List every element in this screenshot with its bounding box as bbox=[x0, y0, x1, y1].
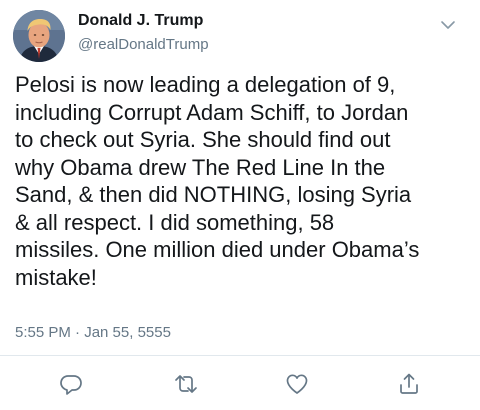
author-name[interactable]: Donald J. Trump bbox=[78, 12, 203, 30]
reply-icon[interactable] bbox=[59, 372, 83, 396]
like-icon[interactable] bbox=[285, 372, 309, 396]
tweet-card: Donald J. Trump @realDonaldTrump Pelosi … bbox=[0, 0, 480, 410]
chevron-down-icon[interactable] bbox=[437, 14, 459, 36]
tweet-text: Pelosi is now leading a delegation of 9,… bbox=[15, 72, 420, 290]
retweet-icon[interactable] bbox=[174, 372, 198, 396]
share-icon[interactable] bbox=[397, 372, 421, 396]
tweet-timestamp[interactable]: 5:55 PM · Jan 55, 5555 bbox=[15, 324, 171, 341]
divider bbox=[0, 355, 480, 356]
profile-photo-icon bbox=[13, 10, 65, 62]
avatar[interactable] bbox=[13, 10, 65, 62]
author-handle[interactable]: @realDonaldTrump bbox=[78, 36, 209, 53]
